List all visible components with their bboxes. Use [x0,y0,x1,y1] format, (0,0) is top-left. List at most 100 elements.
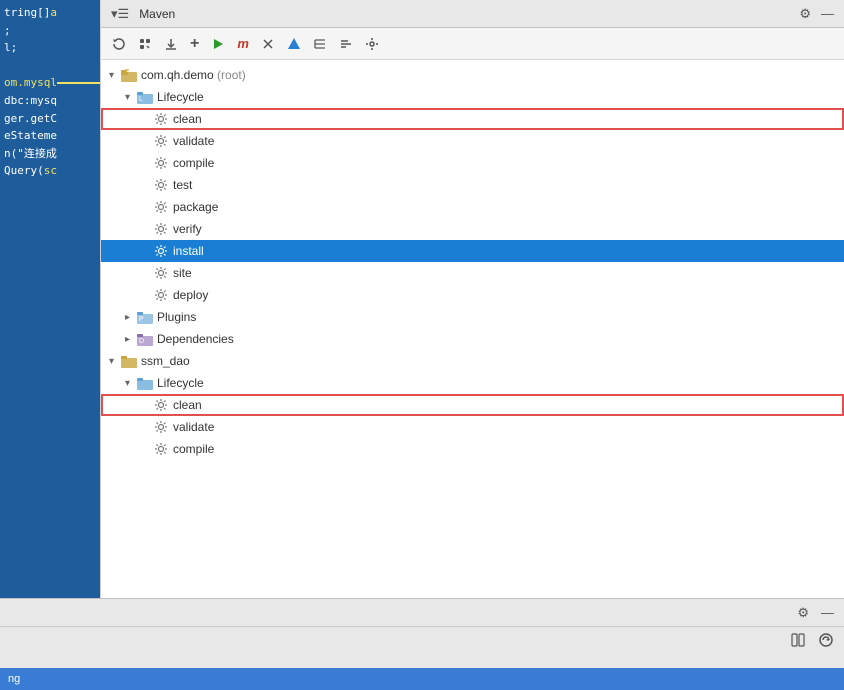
gear-icon-deploy1 [153,287,169,303]
tree-item-plugins1[interactable]: ▸ P Plugins [101,306,844,328]
minimize-icon[interactable]: — [819,5,836,22]
code-line-1: tring[]a [4,4,96,22]
tree-label-clean1: clean [173,112,202,126]
tree-item-compile1[interactable]: compile [101,152,844,174]
tree-item-verify1[interactable]: verify [101,218,844,240]
gear-icon-package1 [153,199,169,215]
gear-icon-clean1 [153,111,169,127]
collapse-all-button[interactable] [135,35,155,53]
folder-icon-root1 [121,67,137,83]
tree-label-test1: test [173,178,192,192]
run-button[interactable] [208,35,228,53]
bottom-icons-right: ⚙ — [795,604,836,622]
arrow-root1: ▾ [109,70,121,81]
tree-label-package1: package [173,200,218,214]
tree-item-dependencies1[interactable]: ▸ D Dependencies [101,328,844,350]
gear-icon-site1 [153,265,169,281]
tree-label-lifecycle1: Lifecycle [157,90,204,104]
status-bar: ng [0,668,844,690]
maven-header-right: ⚙ — [797,5,836,23]
tree-item-clean1[interactable]: clean [101,108,844,130]
code-line-7: ger.getC [4,110,96,128]
arrow-plugins1: ▸ [125,312,137,323]
arrow-root2: ▾ [109,356,121,367]
top-area: tring[]a ; l; om.mysql dbc:mysq ger.getC… [0,0,844,598]
code-line-6: dbc:mysq [4,92,96,110]
tree-item-lifecycle1[interactable]: ▾ L Lifecycle [101,86,844,108]
tree-label-compile1: compile [173,156,214,170]
tree-label-validate1: validate [173,134,214,148]
bottom-toolbar: ⚙ — [0,599,844,627]
code-line-5: om.mysql [4,74,96,92]
tree-item-compile2[interactable]: compile [101,438,844,460]
bottom-settings-icon[interactable]: ⚙ [795,604,811,622]
svg-text:P: P [139,316,144,323]
tree-item-install1[interactable]: install [101,240,844,262]
code-line-2: ; [4,22,96,40]
tree-label-root2: ssm_dao [141,354,190,368]
tree-label-validate2: validate [173,420,214,434]
code-line-4 [4,57,96,75]
offline-button[interactable] [284,35,304,53]
tree-label-verify1: verify [173,222,202,236]
download-button[interactable] [161,35,181,53]
arrow-lifecycle1: ▾ [125,92,137,103]
arrow-lifecycle2: ▾ [125,378,137,389]
svg-text:L: L [139,96,143,103]
maven-header: ▾☰ Maven ⚙ — [101,0,844,28]
gear-icon-validate2 [153,419,169,435]
bottom-panel: ⚙ — [0,598,844,668]
tree-item-clean2[interactable]: clean [101,394,844,416]
tree-label-compile2: compile [173,442,214,456]
arrow-dependencies1: ▸ [125,334,137,345]
gear-icon-install1 [153,243,169,259]
tree-label-lifecycle2: Lifecycle [157,376,204,390]
gear-icon-test1 [153,177,169,193]
status-text: ng [8,673,20,685]
tree-label-install1: install [173,244,204,258]
maven-button[interactable]: m [234,34,252,53]
bottom-panel-icon[interactable] [788,631,808,652]
maven-tree: ▾ com.qh.demo (root) ▾ L Lifecycle [101,60,844,598]
tree-item-root1[interactable]: ▾ com.qh.demo (root) [101,64,844,86]
bottom-refresh-circle-icon[interactable] [816,631,836,652]
tree-label-clean2: clean [173,398,202,412]
bottom-icon-row [0,627,844,656]
main-container: tring[]a ; l; om.mysql dbc:mysq ger.getC… [0,0,844,690]
tree-label-dependencies1: Dependencies [157,332,234,346]
tree-item-site1[interactable]: site [101,262,844,284]
tree-label-deploy1: deploy [173,288,208,302]
code-panel: tring[]a ; l; om.mysql dbc:mysq ger.getC… [0,0,100,598]
gear-icon-validate1 [153,133,169,149]
wrench-button[interactable] [362,35,382,53]
code-line-9: n("连接成 [4,145,96,163]
code-line-3: l; [4,39,96,57]
tree-button[interactable] [310,35,330,53]
maven-header-left: ▾☰ Maven [109,5,175,23]
dependencies-icon-1: D [137,331,153,347]
sort-button[interactable] [336,35,356,53]
maven-title: Maven [139,7,175,21]
folder-icon-root2 [121,353,137,369]
code-line-8: eStateme [4,127,96,145]
tree-label-plugins1: Plugins [157,310,196,324]
settings-icon[interactable]: ⚙ [797,5,813,23]
maven-toolbar: + m [101,28,844,60]
skip-tests-button[interactable] [258,35,278,53]
gear-icon-verify1 [153,221,169,237]
lifecycle-icon-1: L [137,89,153,105]
tree-label-root1: com.qh.demo (root) [141,68,246,82]
svg-text:D: D [139,338,144,345]
tree-item-test1[interactable]: test [101,174,844,196]
maven-panel: ▾☰ Maven ⚙ — [100,0,844,598]
add-button[interactable]: + [187,33,202,55]
tree-item-validate2[interactable]: validate [101,416,844,438]
tree-item-package1[interactable]: package [101,196,844,218]
tree-item-lifecycle2[interactable]: ▾ Lifecycle [101,372,844,394]
tree-item-validate1[interactable]: validate [101,130,844,152]
tree-item-deploy1[interactable]: deploy [101,284,844,306]
tree-item-root2[interactable]: ▾ ssm_dao [101,350,844,372]
refresh-button[interactable] [109,35,129,53]
bottom-minimize-icon[interactable]: — [819,604,836,621]
panel-menu-icon[interactable]: ▾☰ [109,5,131,23]
